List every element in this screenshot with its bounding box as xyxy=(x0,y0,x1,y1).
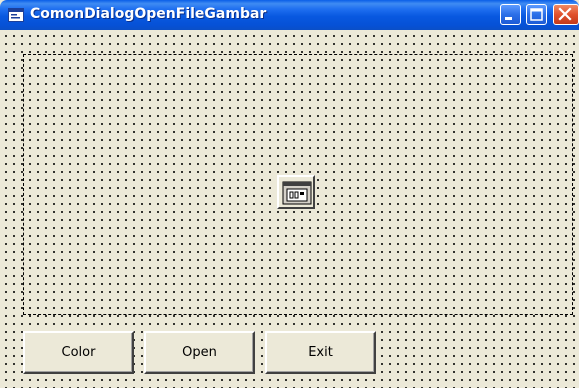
color-button[interactable]: Color xyxy=(23,331,134,374)
form-client-area[interactable]: Color Open Exit xyxy=(0,30,579,388)
common-dialog-control-icon xyxy=(282,181,312,205)
exit-button[interactable]: Exit xyxy=(265,331,376,374)
window-title: ComonDialogOpenFileGambar xyxy=(30,6,267,22)
common-dialog-control[interactable] xyxy=(277,175,315,209)
open-button[interactable]: Open xyxy=(144,331,255,374)
minimize-button[interactable] xyxy=(500,4,521,25)
minimize-icon xyxy=(505,17,512,20)
form-icon[interactable] xyxy=(8,7,24,22)
title-bar[interactable]: ComonDialogOpenFileGambar xyxy=(0,0,579,30)
maximize-button[interactable] xyxy=(526,4,547,25)
close-icon xyxy=(558,7,572,21)
maximize-icon xyxy=(530,8,543,21)
close-button[interactable] xyxy=(553,4,579,25)
